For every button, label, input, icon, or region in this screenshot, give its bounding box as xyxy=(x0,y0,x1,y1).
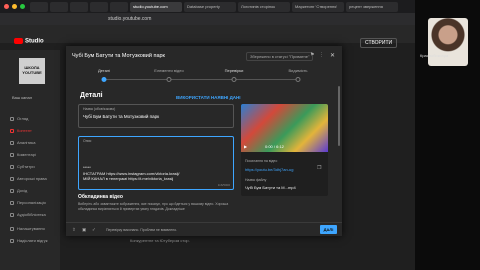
participant-name: Краснобокоэра xyxy=(420,53,449,58)
close-icon[interactable]: ✕ xyxy=(330,52,335,59)
checks-status: Перевірку виконано. Проблем не виявлено. xyxy=(106,228,178,232)
title-field-value[interactable]: Чубі Бум Батути та Мотузковий парк xyxy=(83,114,159,119)
subtitles-icon xyxy=(10,164,14,169)
check-icon: ✓ xyxy=(92,227,96,232)
title-field[interactable]: Назва (обов'язково) Чубі Бум Батути та М… xyxy=(78,104,234,128)
content-row[interactable]: Конкурентне та Ютубером стор. xyxy=(130,238,190,243)
studio-header xyxy=(0,25,415,43)
gear-icon xyxy=(10,226,14,231)
file-name-label: Назва файлу xyxy=(245,178,267,182)
sidebar-item-analytics[interactable]: Аналітика xyxy=(10,140,35,145)
video-link-label: Посилання на відео xyxy=(245,159,278,163)
maximize-window-icon[interactable] xyxy=(20,4,25,9)
browser-tab[interactable] xyxy=(90,1,108,12)
video-details-dialog: Чубі Бум Батути та Мотузковий парк Збере… xyxy=(66,46,342,236)
customization-icon xyxy=(10,200,14,205)
step-checks[interactable]: Перевірки xyxy=(225,68,244,73)
close-window-icon[interactable] xyxy=(4,4,9,9)
participant-video xyxy=(428,18,468,66)
copyright-icon xyxy=(10,176,14,181)
studio-logo[interactable]: Studio xyxy=(14,38,44,45)
next-button[interactable]: ДАЛІ xyxy=(320,225,337,234)
step-visibility[interactable]: Видимість xyxy=(288,68,307,73)
audio-library-icon xyxy=(10,212,14,217)
description-text[interactable]: ***** ІНСТАГРАМ https://www.instagram.co… xyxy=(83,165,180,182)
copy-icon[interactable]: ❐ xyxy=(317,165,321,171)
sidebar-item-content[interactable]: Контент xyxy=(10,128,32,133)
thumbnail-heading: Обкладинка відео xyxy=(78,194,123,200)
feedback-icon xyxy=(10,238,14,243)
browser-tab-bar: studio.youtube.com Database property Лог… xyxy=(0,0,415,13)
step-dot-details xyxy=(101,77,107,82)
browser-tab[interactable]: Маркетинг 'Створення' xyxy=(292,1,344,12)
url-text[interactable]: studio.youtube.com xyxy=(108,16,151,22)
step-dot-checks xyxy=(231,77,237,82)
dialog-footer: ⇧ ▣ ✓ Перевірку виконано. Проблем не вия… xyxy=(66,222,342,236)
hd-icon: ▣ xyxy=(82,227,87,232)
browser-tab[interactable] xyxy=(30,1,48,12)
analytics-icon xyxy=(10,140,14,145)
description-field[interactable]: Опис ***** ІНСТАГРАМ https://www.instagr… xyxy=(78,136,234,190)
browser-tab[interactable] xyxy=(50,1,68,12)
channel-avatar[interactable]: ШКОЛА YOUTUBE xyxy=(19,58,45,84)
sidebar-item-subtitles[interactable]: Субтитри xyxy=(10,164,35,169)
section-heading: Деталі xyxy=(80,92,103,99)
comments-icon xyxy=(10,152,14,157)
sidebar-item-copyright[interactable]: Авторські права xyxy=(10,176,47,181)
step-dot-elements xyxy=(166,77,172,82)
title-field-label: Назва (обов'язково) xyxy=(83,107,116,111)
browser-tab[interactable]: Логотипів сторінок xyxy=(238,1,290,12)
earn-icon xyxy=(10,188,14,193)
alert-icon[interactable]: ⚑ xyxy=(310,52,314,58)
step-details[interactable]: Деталі xyxy=(98,68,110,73)
sidebar-item-earn[interactable]: Дохід xyxy=(10,188,27,193)
upload-stepper: Деталі Елементи відео Перевірки Видиміст… xyxy=(66,68,342,82)
step-dot-visibility xyxy=(295,77,301,82)
dashboard-icon xyxy=(10,116,14,121)
reuse-details-link[interactable]: ВИКОРИСТАТИ НАЯВНІ ДАНІ xyxy=(176,95,241,100)
dialog-title: Чубі Бум Батути та Мотузковий парк xyxy=(72,53,165,59)
video-link[interactable]: https://youtu.be/3dhj7an-ug xyxy=(245,167,293,172)
address-bar[interactable]: studio.youtube.com xyxy=(0,13,415,25)
channel-label: Ваш канал xyxy=(12,95,33,100)
browser-tab[interactable]: рецепт зверження xyxy=(346,1,398,12)
browser-tab-active[interactable]: studio.youtube.com xyxy=(130,1,182,12)
browser-tab[interactable] xyxy=(70,1,88,12)
window-controls[interactable] xyxy=(4,4,25,9)
sidebar-item-feedback[interactable]: Надіслати відгук xyxy=(10,238,48,243)
sidebar-item-settings[interactable]: Налаштування xyxy=(10,226,45,231)
play-icon[interactable]: ▶ xyxy=(244,144,247,149)
file-name: Чубі Бум Батути та М...mp4 xyxy=(245,185,296,190)
video-preview[interactable] xyxy=(241,104,328,152)
sidebar-item-customization[interactable]: Персоналізація xyxy=(10,200,46,205)
video-timestamp: 0:00 / 6:12 xyxy=(265,144,284,149)
thumbnail-help-text: Виберіть або завантажте зображення, яке … xyxy=(78,202,229,211)
video-preview-card: ▶ 0:00 / 6:12 Посилання на відео https:/… xyxy=(241,104,328,196)
youtube-logo-icon xyxy=(14,38,23,44)
browser-tab[interactable]: Database property xyxy=(184,1,236,12)
content-icon xyxy=(10,128,14,133)
description-field-label: Опис xyxy=(83,139,92,143)
sidebar-item-audio-library[interactable]: Аудіобібліотека xyxy=(10,212,46,217)
minimize-window-icon[interactable] xyxy=(12,4,17,9)
sidebar-item-dashboard[interactable]: Огляд xyxy=(10,116,28,121)
browser-tab[interactable] xyxy=(110,1,128,12)
save-status-badge[interactable]: Збережено в статусі "Приватне" xyxy=(246,52,314,61)
step-video-elements[interactable]: Елементи відео xyxy=(154,68,183,73)
stepper-line xyxy=(104,79,298,80)
more-icon[interactable]: ⋮ xyxy=(319,52,324,58)
char-counter: 116/5000 xyxy=(217,183,230,187)
upload-icon[interactable]: ⇧ xyxy=(72,227,76,233)
create-button[interactable]: СТВОРИТИ xyxy=(360,38,398,48)
sidebar-item-comments[interactable]: Коментарі xyxy=(10,152,36,157)
dialog-scrollbar[interactable] xyxy=(338,86,340,146)
